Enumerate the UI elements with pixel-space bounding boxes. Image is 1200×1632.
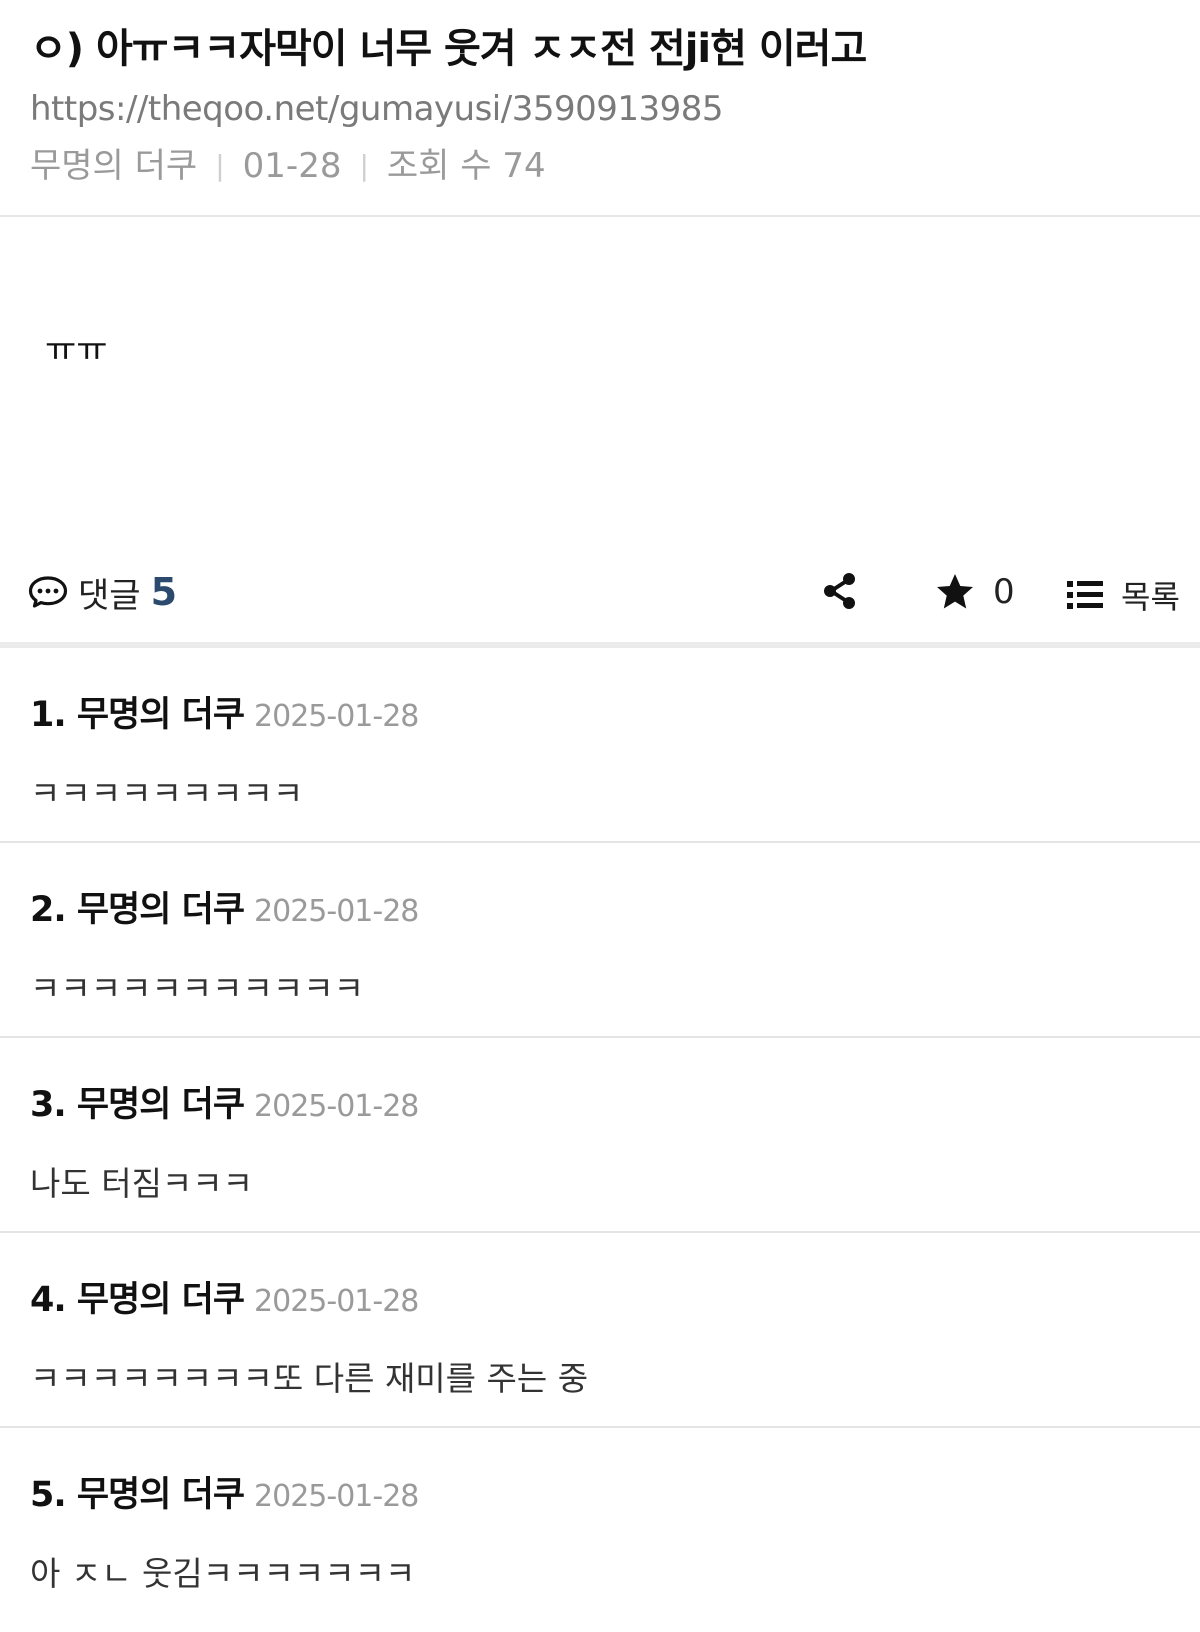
comment-author: 2. 무명의 더쿠 <box>30 890 245 930</box>
list-icon <box>1067 579 1103 611</box>
comment-date: 2025-01-28 <box>254 1089 419 1124</box>
post-meta: 무명의 더쿠 | 01-28 | 조회 수 74 <box>30 144 1170 188</box>
comment-author: 3. 무명의 더쿠 <box>30 1085 245 1125</box>
post-views: 조회 수 74 <box>386 146 546 186</box>
comment-count: 5 <box>150 570 178 614</box>
comment-item: 4. 무명의 더쿠 2025-01-28 ㅋㅋㅋㅋㅋㅋㅋㅋ또 다른 재미를 주는… <box>0 1233 1200 1428</box>
comment-text: 나도 터짐ㅋㅋㅋ <box>30 1164 254 1203</box>
post-toolbar: 댓글 5 0 목록 <box>0 542 1200 642</box>
post-author: 무명의 더쿠 <box>30 146 198 186</box>
meta-separator: | <box>215 149 225 182</box>
comments-button[interactable]: 댓글 5 <box>28 568 177 617</box>
star-count: 0 <box>993 572 1015 612</box>
comment-list: 1. 무명의 더쿠 2025-01-28 ㅋㅋㅋㅋㅋㅋㅋㅋㅋ 2. 무명의 더쿠… <box>0 648 1200 1623</box>
comment-author: 1. 무명의 더쿠 <box>30 695 245 735</box>
list-button[interactable]: 목록 <box>1067 572 1180 618</box>
post-url[interactable]: https://theqoo.net/gumayusi/3590913985 <box>30 88 1170 130</box>
comment-date: 2025-01-28 <box>254 894 419 929</box>
post-title: ㅇ) 아ㅠㅋㅋ자막이 너무 웃겨 ㅈㅈ전 전ji현 이러고 <box>30 26 867 72</box>
post-date: 01-28 <box>242 146 342 186</box>
post-body: ㅠㅠ <box>0 217 1200 542</box>
comment-item: 5. 무명의 더쿠 2025-01-28 아 ㅈㄴ 웃김ㅋㅋㅋㅋㅋㅋㅋ <box>0 1428 1200 1623</box>
comment-text: ㅋㅋㅋㅋㅋㅋㅋㅋㅋ <box>30 774 304 813</box>
comment-date: 2025-01-28 <box>254 699 419 734</box>
comment-author: 5. 무명의 더쿠 <box>30 1475 245 1515</box>
post-header: ㅇ) 아ㅠㅋㅋ자막이 너무 웃겨 ㅈㅈ전 전ji현 이러고 https://th… <box>0 0 1200 215</box>
comment-date: 2025-01-28 <box>254 1479 419 1514</box>
post-body-text: ㅠㅠ <box>45 330 108 370</box>
star-icon <box>935 573 975 611</box>
comment-item: 3. 무명의 더쿠 2025-01-28 나도 터짐ㅋㅋㅋ <box>0 1038 1200 1233</box>
meta-separator: | <box>359 149 369 182</box>
comment-bubble-icon <box>28 575 68 609</box>
comment-text: 아 ㅈㄴ 웃김ㅋㅋㅋㅋㅋㅋㅋ <box>30 1554 416 1593</box>
comment-text: ㅋㅋㅋㅋㅋㅋㅋㅋ또 다른 재미를 주는 중 <box>30 1359 589 1398</box>
share-icon <box>822 572 858 610</box>
comment-item: 2. 무명의 더쿠 2025-01-28 ㅋㅋㅋㅋㅋㅋㅋㅋㅋㅋㅋ <box>0 843 1200 1038</box>
comment-label: 댓글 <box>78 575 141 616</box>
list-label: 목록 <box>1121 578 1180 616</box>
bookmark-button[interactable]: 0 <box>935 572 1015 612</box>
comment-text: ㅋㅋㅋㅋㅋㅋㅋㅋㅋㅋㅋ <box>30 969 364 1008</box>
share-button[interactable] <box>822 572 858 610</box>
comment-item: 1. 무명의 더쿠 2025-01-28 ㅋㅋㅋㅋㅋㅋㅋㅋㅋ <box>0 648 1200 843</box>
comment-author: 4. 무명의 더쿠 <box>30 1280 245 1320</box>
comment-date: 2025-01-28 <box>254 1284 419 1319</box>
